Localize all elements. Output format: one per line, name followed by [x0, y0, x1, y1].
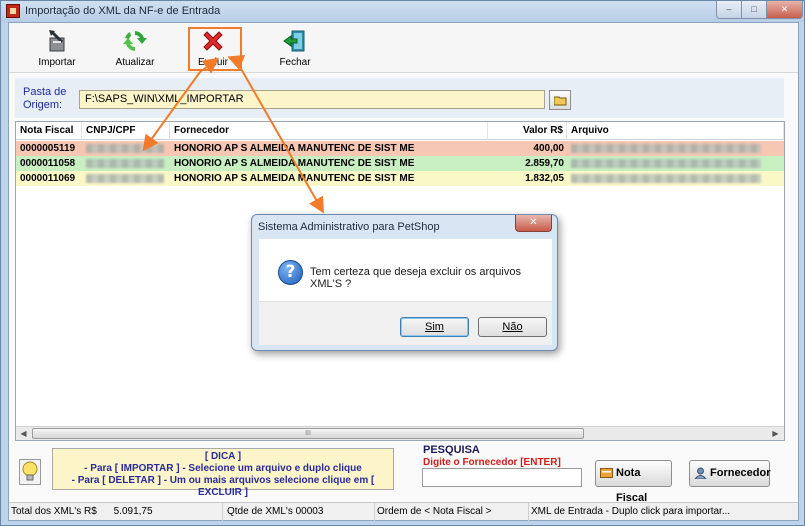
horizontal-scrollbar[interactable]: ◀ III ▶	[16, 426, 784, 440]
source-folder-label: Pasta de Origem:	[23, 86, 73, 112]
dialog-close-button[interactable]: ✕	[515, 215, 552, 232]
cell-fornecedor: HONORIO AP S ALMEIDA MANUTENC DE SIST ME	[174, 143, 415, 154]
status-total: Total dos XML's R$ 5.091,75	[9, 503, 223, 521]
cell-cnpj-redacted	[82, 156, 170, 171]
fornecedor-label: Fornecedor	[710, 467, 771, 479]
source-folder-panel: Pasta de Origem: F:\SAPS_WIN\XML_IMPORTA…	[15, 78, 784, 118]
table-row[interactable]: 0000005119 HONORIO AP S ALMEIDA MANUTENC…	[16, 141, 784, 156]
cell-arquivo-redacted	[567, 156, 784, 171]
dialog-body: ? Tem certeza que deseja excluir os arqu…	[259, 239, 552, 301]
yes-button[interactable]: Sim	[400, 317, 469, 337]
exit-icon	[283, 30, 305, 52]
cell-valor: 2.859,70	[525, 158, 564, 169]
col-arquivo[interactable]: Arquivo	[567, 122, 784, 140]
tip-line-delete: - Para [ DELETAR ] - Um ou mais arquivos…	[71, 475, 375, 498]
status-order: Ordem de < Nota Fiscal >	[375, 503, 529, 521]
source-folder-label-line2: Origem:	[23, 99, 63, 111]
col-fornecedor[interactable]: Fornecedor	[170, 122, 488, 140]
close-window-button[interactable]: ✕	[766, 1, 803, 19]
col-nota-fiscal[interactable]: Nota Fiscal	[16, 122, 82, 140]
cell-nota: 0000005119	[20, 143, 76, 154]
lightbulb-icon	[22, 461, 38, 481]
confirm-dialog: Sistema Administrativo para PetShop ✕ ? …	[251, 214, 558, 351]
nota-fiscal-button[interactable]: Nota Fiscal	[595, 460, 672, 504]
annotation-highlight-box	[188, 27, 242, 71]
import-button[interactable]: Importar	[27, 26, 87, 70]
col-valor[interactable]: Valor R$	[488, 122, 567, 140]
cell-nota: 0000011058	[20, 158, 76, 169]
tip-bulb	[19, 459, 41, 485]
import-icon	[49, 30, 65, 52]
cell-valor: 400,00	[533, 143, 564, 154]
tip-line-import: - Para [ IMPORTAR ] - Selecione um arqui…	[84, 463, 362, 474]
cell-nota: 0000011069	[20, 173, 76, 184]
app-icon	[6, 4, 20, 18]
refresh-icon	[123, 31, 147, 51]
table-row[interactable]: 0000011058 HONORIO AP S ALMEIDA MANUTENC…	[16, 156, 784, 171]
close-label: Fechar	[279, 57, 311, 68]
nota-fiscal-label: Nota Fiscal	[616, 467, 648, 504]
toolbar: Importar Atualizar Excluir Fechar	[9, 23, 798, 73]
invoice-icon	[600, 468, 613, 478]
scroll-left-icon[interactable]: ◀	[17, 428, 30, 440]
refresh-button[interactable]: Atualizar	[105, 26, 165, 70]
tip-panel: [ DICA ] - Para [ IMPORTAR ] - Selecione…	[52, 448, 394, 498]
source-folder-input[interactable]: F:\SAPS_WIN\XML_IMPORTAR	[79, 90, 545, 109]
cell-cnpj-redacted	[82, 141, 170, 156]
col-cnpj-cpf[interactable]: CNPJ/CPF	[82, 122, 170, 140]
cell-fornecedor: HONORIO AP S ALMEIDA MANUTENC DE SIST ME	[174, 173, 415, 184]
maximize-button[interactable]: □	[741, 1, 767, 19]
window-title: Importação do XML da NF-e de Entrada	[25, 5, 221, 17]
title-bar: Importação do XML da NF-e de Entrada – □…	[1, 1, 804, 22]
yes-label: Sim	[425, 321, 444, 333]
cell-arquivo-redacted	[567, 141, 784, 156]
search-hint: Digite o Fornecedor [ENTER]	[423, 457, 561, 468]
refresh-label: Atualizar	[115, 57, 155, 68]
dialog-message: Tem certeza que deseja excluir os arquiv…	[310, 266, 521, 290]
grid-header: Nota Fiscal CNPJ/CPF Fornecedor Valor R$…	[16, 122, 784, 140]
status-total-value: 5.091,75	[113, 506, 153, 517]
fornecedor-button[interactable]: Fornecedor	[689, 460, 771, 487]
tip-title: [ DICA ]	[204, 451, 242, 462]
browse-folder-button[interactable]	[549, 90, 571, 110]
folder-icon	[554, 96, 567, 106]
import-label: Importar	[38, 57, 76, 68]
cell-fornecedor: HONORIO AP S ALMEIDA MANUTENC DE SIST ME	[174, 158, 415, 169]
dialog-footer: Sim Não	[259, 301, 552, 345]
close-button[interactable]: Fechar	[265, 26, 325, 70]
scroll-thumb[interactable]: III	[32, 428, 584, 439]
cell-valor: 1.832,05	[525, 173, 564, 184]
cell-arquivo-redacted	[567, 171, 784, 186]
table-row[interactable]: 0000011069 HONORIO AP S ALMEIDA MANUTENC…	[16, 171, 784, 186]
no-label: Não	[502, 321, 523, 333]
search-input[interactable]	[422, 468, 582, 487]
dialog-title: Sistema Administrativo para PetShop	[258, 221, 440, 233]
minimize-button[interactable]: –	[716, 1, 742, 19]
source-folder-label-line1: Pasta de	[23, 86, 67, 98]
cell-cnpj-redacted	[82, 171, 170, 186]
no-button[interactable]: Não	[478, 317, 547, 337]
supplier-icon	[694, 467, 707, 479]
search-title: PESQUISA	[423, 444, 480, 456]
question-icon: ?	[278, 260, 303, 285]
scroll-right-icon[interactable]: ▶	[769, 428, 782, 440]
status-bar: Total dos XML's R$ 5.091,75 Qtde de XML'…	[9, 502, 798, 521]
status-hint: XML de Entrada - Duplo click para import…	[531, 506, 731, 517]
status-count: Qtde de XML's 00003	[223, 503, 375, 521]
status-total-label: Total dos XML's R$	[11, 506, 97, 517]
